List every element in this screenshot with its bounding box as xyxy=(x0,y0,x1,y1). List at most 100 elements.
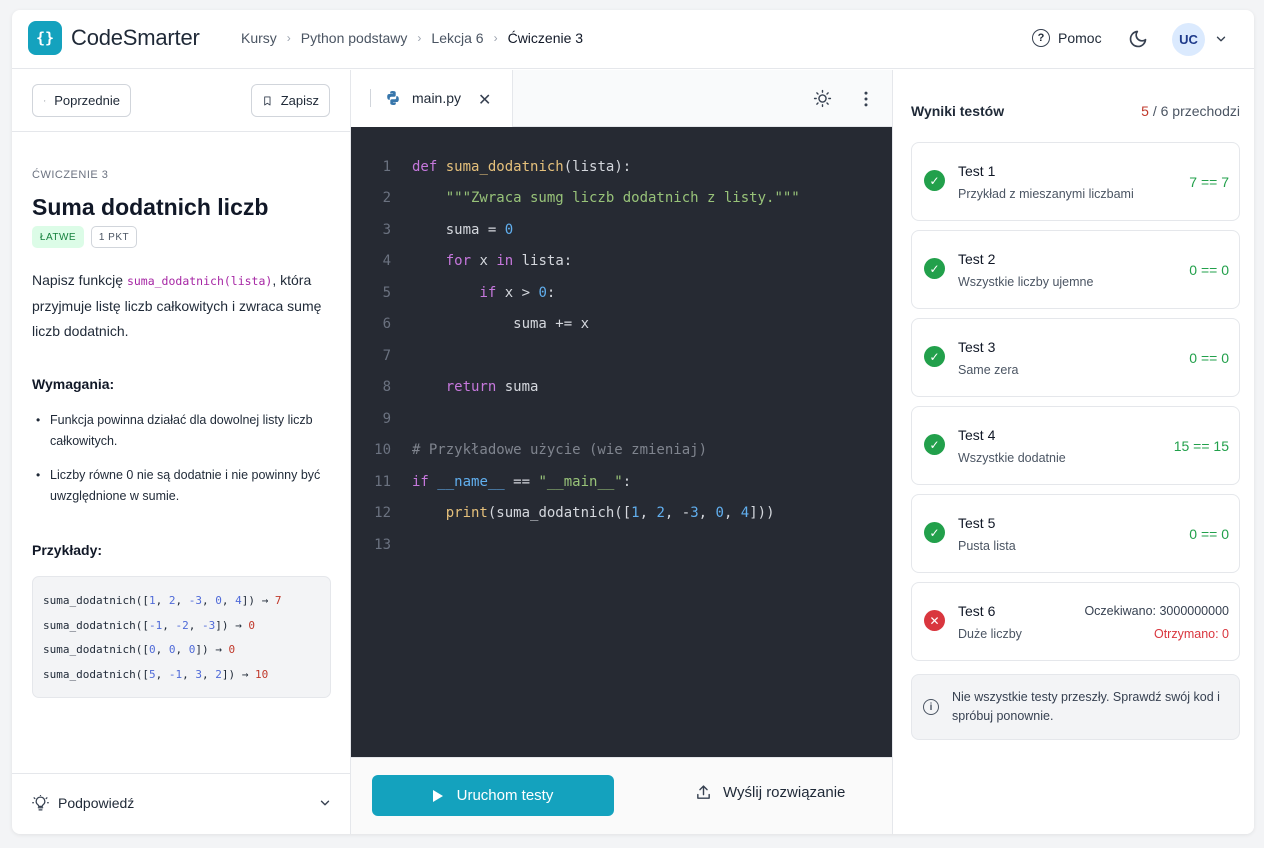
line-number: 6 xyxy=(382,316,391,333)
passed-count: 5 xyxy=(1141,103,1149,119)
example-line: suma_dodatnich([-1, -2, -3]) → 0 xyxy=(43,618,255,632)
run-tests-button[interactable]: Uruchom testy xyxy=(372,775,614,816)
question-circle-icon: ? xyxy=(1032,29,1050,47)
chevron-down-icon[interactable] xyxy=(1214,32,1228,46)
code-line[interactable]: 7 xyxy=(351,340,892,372)
avatar[interactable]: UC xyxy=(1172,23,1205,56)
results-notice: i Nie wszystkie testy przeszły. Sprawdź … xyxy=(911,674,1240,740)
code-line[interactable]: 3 suma = 0 xyxy=(351,214,892,246)
test-card[interactable]: ✓ Test 4 Wszystkie dodatnie 15 == 15 xyxy=(911,406,1240,485)
file-tab-label: main.py xyxy=(412,90,462,106)
submit-solution-button[interactable]: Wyślij rozwiązanie xyxy=(695,784,845,801)
braces-logo-icon: {} xyxy=(28,21,62,55)
sun-icon[interactable] xyxy=(813,89,832,108)
test-result-value: 0 == 0 xyxy=(1189,262,1229,278)
breadcrumb: Kursy › Python podstawy › Lekcja 6 › Ćwi… xyxy=(241,30,583,46)
chevron-left-icon xyxy=(44,99,46,102)
test-result-value: 0 == 0 xyxy=(1189,526,1229,542)
code-text: if x > 0: xyxy=(479,284,556,301)
test-description: Duże liczby xyxy=(958,627,1022,641)
check-circle-icon: ✓ xyxy=(924,258,945,279)
test-card[interactable]: ✓ Test 1 Przykład z mieszanymi liczbami 7 =… xyxy=(911,142,1240,221)
code-line[interactable]: 5 if x > 0: xyxy=(351,277,892,309)
test-name: Test 4 xyxy=(958,427,996,443)
test-card[interactable]: ✕ Test 6 Duże liczby Oczekiwano: 3000000000… xyxy=(911,582,1240,661)
test-card[interactable]: ✓ Test 3 Same zera 0 == 0 xyxy=(911,318,1240,397)
function-signature: suma_dodatnich(lista) xyxy=(126,274,273,288)
check-circle-icon: ✓ xyxy=(924,522,945,543)
chevron-down-icon xyxy=(320,800,330,806)
file-tab-main[interactable]: main.py ✕ xyxy=(351,70,513,127)
python-icon xyxy=(387,91,399,105)
upload-icon xyxy=(697,785,710,799)
chevron-right-icon: › xyxy=(286,31,291,45)
check-circle-icon: ✓ xyxy=(924,346,945,367)
test-name: Test 2 xyxy=(958,251,996,267)
lightbulb-icon xyxy=(32,794,49,811)
test-got: Otrzymano: 0 xyxy=(1153,627,1229,641)
code-line[interactable]: 12 print(suma_dodatnich([1, 2, -3, 0, 4]… xyxy=(351,498,892,530)
code-line[interactable]: 10 # Przykładowe użycie (wie zmieniaj) xyxy=(351,435,892,467)
test-name: Test 3 xyxy=(958,339,996,355)
hint-label: Podpowiedź xyxy=(58,795,135,811)
example-line: suma_dodatnich([0, 0, 0]) → 0 xyxy=(43,643,236,656)
line-number: 13 xyxy=(374,536,391,553)
requirements-heading: Wymagania: xyxy=(32,376,115,392)
test-card[interactable]: ✓ Test 5 Pusta lista 0 == 0 xyxy=(911,494,1240,573)
previous-label: Poprzednie xyxy=(54,93,120,108)
line-number: 8 xyxy=(382,379,391,396)
run-tests-label: Uruchom testy xyxy=(456,787,554,804)
total-count: / 6 przechodzi xyxy=(1148,103,1240,119)
top-header: {} CodeSmarter Kursy › Python podstawy ›… xyxy=(12,10,1254,69)
moon-icon[interactable] xyxy=(1128,29,1148,49)
play-icon xyxy=(432,789,443,802)
help-label: Pomoc xyxy=(1058,30,1102,46)
breadcrumb-exercise: Ćwiczenie 3 xyxy=(507,30,584,46)
exercise-title: Suma dodatnich liczb xyxy=(32,194,269,220)
x-circle-icon: ✕ xyxy=(924,610,945,631)
logo[interactable]: {} CodeSmarter xyxy=(28,21,200,55)
exercise-panel: Poprzednie Zapisz ĆWICZENIE 3 Suma dodat… xyxy=(12,70,351,834)
code-line[interactable]: 2 """Zwraca sumg liczb dodatnich z listy… xyxy=(351,183,892,215)
difficulty-badge: ŁATWE xyxy=(32,226,84,248)
breadcrumb-course[interactable]: Python podstawy xyxy=(301,30,408,46)
code-text: for x in lista: xyxy=(445,253,573,270)
save-button[interactable]: Zapisz xyxy=(251,84,330,117)
code-line[interactable]: 9 xyxy=(351,403,892,435)
code-line[interactable]: 6 suma += x xyxy=(351,309,892,341)
code-line[interactable]: 1 def suma_dodatnich(lista): xyxy=(351,151,892,183)
help-button[interactable]: ? Pomoc xyxy=(1032,29,1102,47)
examples-heading: Przykłady: xyxy=(32,542,103,558)
divider xyxy=(12,131,351,132)
hint-toggle[interactable]: Podpowiedź xyxy=(32,792,332,814)
code-editor: main.py ✕ 1 def suma_dodatnich(lista): 2 "… xyxy=(351,70,892,834)
test-name: Test 6 xyxy=(958,603,996,619)
check-circle-icon: ✓ xyxy=(924,434,945,455)
exercise-tag: ĆWICZENIE 3 xyxy=(32,169,109,181)
exercise-description: Napisz funkcję suma_dodatnich(lista), kt… xyxy=(32,268,328,344)
previous-button[interactable]: Poprzednie xyxy=(32,84,131,117)
bookmark-icon xyxy=(264,96,271,105)
line-number: 4 xyxy=(382,253,391,270)
breadcrumb-lesson[interactable]: Lekcja 6 xyxy=(431,30,483,46)
line-number: 11 xyxy=(374,473,391,490)
code-area[interactable]: 1 def suma_dodatnich(lista): 2 """Zwraca s… xyxy=(351,127,892,757)
app-window: {} CodeSmarter Kursy › Python podstawy ›… xyxy=(12,10,1254,834)
test-name: Test 5 xyxy=(958,515,996,531)
breadcrumb-kursy[interactable]: Kursy xyxy=(241,30,277,46)
test-card[interactable]: ✓ Test 2 Wszystkie liczby ujemne 0 == 0 xyxy=(911,230,1240,309)
examples-box: suma_dodatnich([1, 2, -3, 0, 4]) → 7 suma… xyxy=(32,576,331,698)
code-text: if __name__ == "__main__": xyxy=(412,473,632,490)
divider xyxy=(12,773,351,774)
code-line[interactable]: 8 return suma xyxy=(351,372,892,404)
more-vertical-icon[interactable] xyxy=(856,89,876,109)
code-line[interactable]: 13 xyxy=(351,529,892,561)
code-line[interactable]: 11 if __name__ == "__main__": xyxy=(351,466,892,498)
code-text: print(suma_dodatnich([1, 2, -3, 0, 4])) xyxy=(445,505,775,522)
results-title: Wyniki testów xyxy=(911,103,1005,119)
test-description: Przykład z mieszanymi liczbami xyxy=(958,187,1134,201)
editor-actions: Uruchom testy Wyślij rozwiązanie xyxy=(351,757,892,834)
close-icon[interactable]: ✕ xyxy=(478,90,491,110)
description-text: Napisz funkcję xyxy=(32,272,127,288)
code-line[interactable]: 4 for x in lista: xyxy=(351,246,892,278)
